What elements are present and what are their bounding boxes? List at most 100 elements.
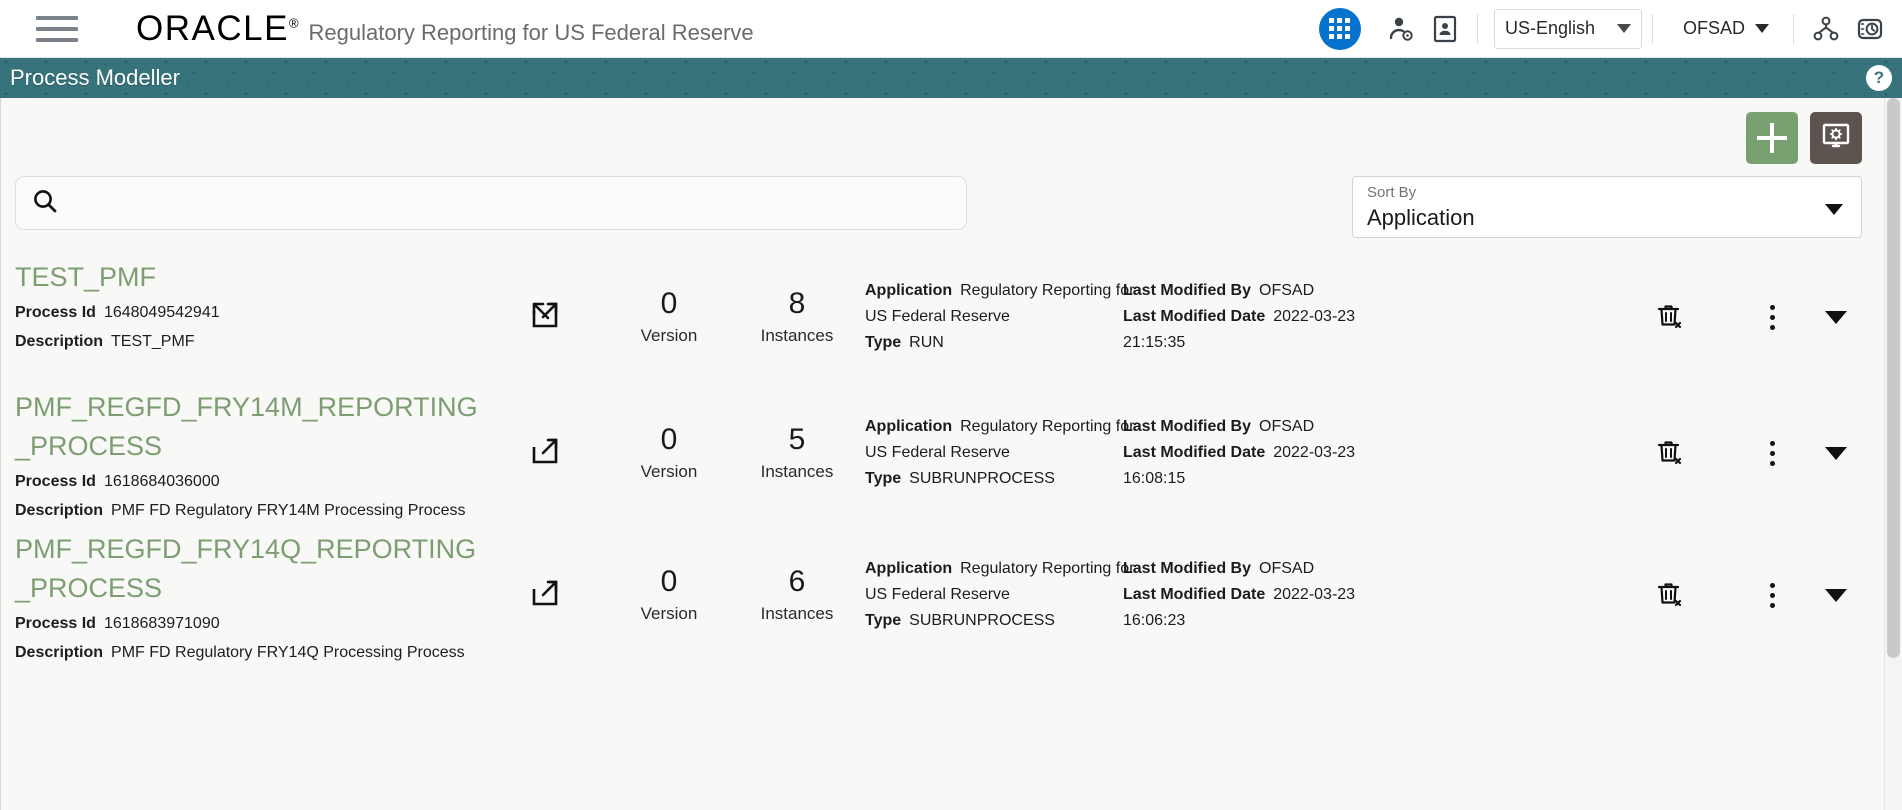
hamburger-icon[interactable]: [30, 0, 84, 58]
type-value: RUN: [909, 334, 944, 351]
instances-cell: 6 Instances: [733, 564, 861, 626]
process-summary: PMF_REGFD_FRY14M_REPORTING_PROCESS Proce…: [15, 382, 485, 524]
application-label: Application: [865, 282, 953, 299]
process-name-link[interactable]: PMF_REGFD_FRY14M_REPORTING_PROCESS: [15, 388, 485, 466]
last-modified-by-label: Last Modified By: [1123, 282, 1252, 299]
open-process-cell: [485, 435, 605, 472]
page-content: Sort By Application TEST_PMF Process Id 1…: [0, 98, 1902, 810]
version-count: 0: [660, 565, 678, 598]
external-link-icon[interactable]: [529, 435, 561, 472]
last-modified-time-value: 16:06:23: [1123, 612, 1186, 629]
filter-row: Sort By Application: [1, 164, 1902, 238]
add-process-button[interactable]: [1746, 112, 1798, 164]
id-card-icon[interactable]: [1423, 7, 1467, 51]
process-id-field: Process Id 1618684036000: [15, 468, 485, 495]
description-field: Description TEST_PMF: [15, 328, 485, 355]
external-link-icon[interactable]: [529, 299, 561, 336]
process-id-label: Process Id: [15, 473, 96, 490]
search-input[interactable]: [70, 192, 950, 214]
instances-count: 6: [788, 565, 806, 598]
grid-apps-icon[interactable]: [1318, 7, 1361, 50]
vertical-scrollbar[interactable]: [1884, 98, 1902, 810]
modification-info: Last Modified By OFSAD Last Modified Date…: [1123, 278, 1423, 356]
process-modeller-page: ORACLE® Regulatory Reporting for US Fede…: [0, 0, 1902, 810]
type-label: Type: [865, 334, 902, 351]
process-name-link[interactable]: TEST_PMF: [15, 258, 485, 297]
chevron-down-icon: [1755, 24, 1769, 33]
help-question-icon[interactable]: ?: [1866, 65, 1892, 91]
user-menu[interactable]: OFSAD: [1677, 18, 1775, 39]
last-modified-time-value: 16:08:15: [1123, 470, 1186, 487]
version-count: 0: [660, 423, 678, 456]
description-field: Description PMF FD Regulatory FRY14Q Proc…: [15, 639, 485, 666]
org-hierarchy-icon[interactable]: [1804, 7, 1848, 51]
scrollbar-thumb[interactable]: [1887, 98, 1900, 658]
last-modified-by-label: Last Modified By: [1123, 560, 1252, 577]
page-toolbar: [1, 98, 1902, 164]
application-value-line2: US Federal Reserve: [865, 586, 1010, 603]
chevron-down-icon: [1616, 24, 1631, 33]
application-label: Application: [865, 418, 953, 435]
search-icon: [32, 188, 58, 219]
application-info: Application Regulatory Reporting for US F…: [861, 556, 1134, 634]
description-value: TEST_PMF: [111, 333, 195, 350]
process-id-field: Process Id 1618683971090: [15, 610, 485, 637]
configure-button[interactable]: [1810, 112, 1862, 164]
row-actions: [1642, 573, 1902, 617]
header-divider-3: [1793, 13, 1794, 44]
time-history-icon[interactable]: [1848, 7, 1892, 51]
page-title: Process Modeller: [10, 65, 180, 90]
registered-mark: ®: [288, 15, 299, 31]
kebab-more-icon[interactable]: [1744, 295, 1800, 339]
version-caption: Version: [640, 604, 698, 623]
description-label: Description: [15, 502, 104, 519]
plus-icon: [1757, 123, 1787, 153]
brand: ORACLE® Regulatory Reporting for US Fede…: [136, 11, 754, 46]
process-id-value: 1618684036000: [103, 473, 220, 490]
last-modified-date-label: Last Modified Date: [1123, 586, 1266, 603]
page-title-bar: Process Modeller ?: [0, 58, 1902, 98]
version-caption: Version: [640, 326, 698, 345]
chevron-down-icon[interactable]: [1808, 431, 1864, 475]
open-process-cell: [485, 299, 605, 336]
kebab-more-icon[interactable]: [1744, 431, 1800, 475]
sort-by-value: Application: [1367, 205, 1475, 230]
global-header: ORACLE® Regulatory Reporting for US Fede…: [0, 0, 1902, 58]
delete-trash-icon[interactable]: [1642, 573, 1698, 617]
type-value: SUBRUNPROCESS: [909, 612, 1055, 629]
kebab-more-icon[interactable]: [1744, 573, 1800, 617]
instances-cell: 5 Instances: [733, 422, 861, 484]
search-box[interactable]: [15, 176, 967, 230]
sort-by-select[interactable]: Sort By Application: [1352, 176, 1862, 238]
table-row: PMF_REGFD_FRY14Q_REPORTING_PROCESS Proce…: [1, 524, 1902, 666]
application-info: Application Regulatory Reporting for US F…: [861, 414, 1134, 492]
header-actions: US-English OFSAD: [1318, 0, 1902, 58]
monitor-gear-icon: [1820, 122, 1852, 155]
chevron-down-icon[interactable]: [1808, 573, 1864, 617]
delete-trash-icon[interactable]: [1642, 431, 1698, 475]
delete-trash-icon[interactable]: [1642, 295, 1698, 339]
application-value-line1: Regulatory Reporting for: [960, 282, 1135, 299]
chevron-down-icon[interactable]: [1808, 295, 1864, 339]
last-modified-by-value: OFSAD: [1259, 418, 1315, 435]
user-name: OFSAD: [1682, 18, 1745, 38]
row-actions: [1642, 295, 1902, 339]
last-modified-by-value: OFSAD: [1259, 560, 1315, 577]
version-cell: 0 Version: [605, 422, 733, 484]
process-id-value: 1618683971090: [103, 615, 220, 632]
application-value-line2: US Federal Reserve: [865, 308, 1010, 325]
language-select[interactable]: US-English: [1493, 8, 1642, 49]
description-field: Description PMF FD Regulatory FRY14M Proc…: [15, 497, 485, 524]
instances-count: 5: [788, 423, 806, 456]
process-name-link[interactable]: PMF_REGFD_FRY14Q_REPORTING_PROCESS: [15, 530, 485, 608]
process-list: TEST_PMF Process Id 1648049542941 Descrip…: [1, 252, 1902, 666]
external-link-icon[interactable]: [529, 577, 561, 614]
application-value-line2: US Federal Reserve: [865, 444, 1010, 461]
instances-caption: Instances: [760, 462, 834, 481]
description-value: PMF FD Regulatory FRY14M Processing Proc…: [111, 502, 466, 519]
type-label: Type: [865, 612, 902, 629]
user-settings-icon[interactable]: [1379, 7, 1423, 51]
application-info: Application Regulatory Reporting for US F…: [861, 278, 1134, 356]
description-value: PMF FD Regulatory FRY14Q Processing Proc…: [111, 644, 465, 661]
open-process-cell: [485, 577, 605, 614]
